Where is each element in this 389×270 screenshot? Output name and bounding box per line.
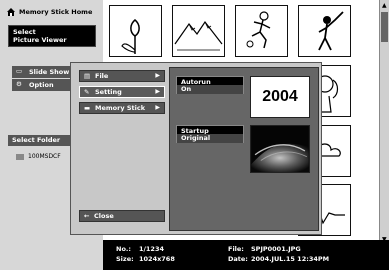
- folder-item[interactable]: 100MSDCF: [16, 153, 61, 160]
- folder-name: 100MSDCF: [28, 153, 61, 160]
- startup-swirl-image: [251, 126, 309, 172]
- chevron-right-icon: ▶: [155, 104, 160, 111]
- year-text: 2004: [262, 88, 298, 105]
- year-preview: 2004: [250, 76, 310, 118]
- autorun-value-bar: On: [177, 85, 243, 94]
- startup-preview-image: [250, 125, 310, 173]
- size-value: 1024x768: [139, 255, 175, 263]
- slide-show-icon: ▭: [16, 67, 23, 75]
- menu-memory-stick[interactable]: ▬ Memory Stick ▶: [79, 102, 165, 114]
- menu-memory-stick-label: Memory Stick: [95, 104, 146, 112]
- size-label: Size:: [116, 255, 134, 263]
- scroll-thumb[interactable]: [381, 12, 388, 42]
- file-value: SPJP0001.JPG: [251, 245, 301, 253]
- select-value: Picture Viewer: [13, 36, 67, 44]
- startup-value-bar: Original: [177, 134, 243, 143]
- startup-value: Original: [181, 134, 211, 142]
- close-label: Close: [94, 212, 114, 220]
- autorun-value: On: [181, 85, 192, 93]
- startup-option[interactable]: Startup Original: [176, 125, 244, 143]
- scroll-up-icon[interactable]: ▲: [382, 2, 387, 9]
- option-dialog: ▤ File ▶ ✎ Setting ▶ ▬ Memory Stick ▶ ← …: [70, 62, 322, 235]
- menu-setting-label: Setting: [95, 88, 122, 96]
- select-folder-label: Select Folder: [12, 136, 61, 144]
- file-icon: ▤: [84, 72, 91, 80]
- thumbnail-mountain[interactable]: [172, 5, 225, 57]
- thumbnail-soccer[interactable]: [235, 5, 288, 57]
- file-label: File:: [228, 245, 244, 253]
- home-button[interactable]: Memory Stick Home: [6, 6, 102, 20]
- scrollbar[interactable]: ▲ ▼: [379, 0, 389, 245]
- wrench-icon: ✎: [84, 88, 90, 96]
- chevron-right-icon: ▶: [155, 72, 160, 79]
- folder-icon: [16, 153, 24, 160]
- menu-file-label: File: [95, 72, 109, 80]
- no-label: No.:: [116, 245, 131, 253]
- back-arrow-icon: ←: [84, 212, 90, 220]
- close-button[interactable]: ← Close: [79, 210, 165, 222]
- settings-panel: Autorun On 2004 Startup Original: [169, 67, 319, 231]
- memory-stick-icon: ▬: [84, 104, 91, 112]
- date-value: 2004.JUL.15 12:34PM: [251, 255, 330, 263]
- no-value: 1/1234: [139, 245, 164, 253]
- screen: ▲ ▼ Memory Stick Home Select Picture Vie…: [0, 0, 389, 270]
- select-mode-box[interactable]: Select Picture Viewer: [8, 25, 96, 47]
- thumbnail-tulip[interactable]: [109, 5, 162, 57]
- chevron-right-icon: ▶: [155, 88, 160, 95]
- home-icon: [7, 8, 15, 16]
- thumbnail-baseball[interactable]: [298, 5, 351, 57]
- menu-setting[interactable]: ✎ Setting ▶: [79, 86, 165, 98]
- autorun-option[interactable]: Autorun On: [176, 76, 244, 94]
- info-bar: No.: 1/1234 Size: 1024x768 File: SPJP000…: [103, 240, 389, 270]
- menu-file[interactable]: ▤ File ▶: [79, 70, 165, 82]
- date-label: Date:: [228, 255, 248, 263]
- slide-show-label: Slide Show: [29, 68, 70, 76]
- select-title: Select: [13, 28, 36, 36]
- option-label: Option: [29, 81, 54, 89]
- home-label: Memory Stick Home: [19, 8, 93, 16]
- option-icon: ⚙: [16, 80, 22, 88]
